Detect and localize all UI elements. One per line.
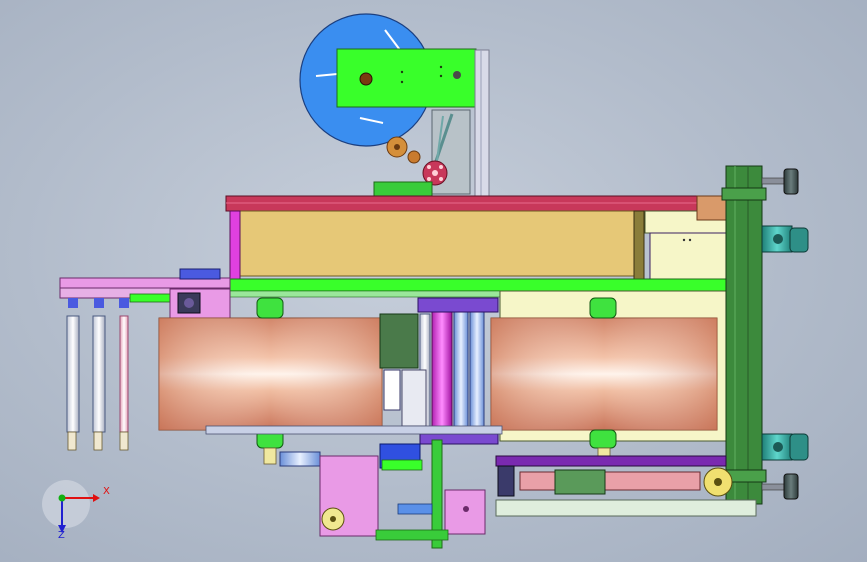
purple-base-bar	[495, 455, 727, 467]
vertical-post	[474, 49, 490, 199]
dark-green-block	[379, 313, 419, 369]
adjust-knob-bottom	[761, 473, 799, 500]
central-magenta-roller	[431, 309, 453, 437]
green-middle-rail	[225, 278, 729, 292]
plate-hole	[400, 80, 404, 84]
axis-triad	[42, 480, 100, 533]
y-axis-dot	[58, 494, 66, 502]
cad-viewport[interactable]: X Z	[0, 0, 867, 562]
pink-bracket-bottom	[444, 489, 486, 535]
copper-drum-right[interactable]	[490, 317, 718, 431]
left-roller-3	[119, 298, 129, 451]
magenta-side-bar	[229, 210, 241, 282]
reel-assembly[interactable]	[299, 13, 490, 199]
plate-hub	[359, 72, 373, 86]
left-roller-2	[92, 298, 106, 451]
roller-brown-small	[407, 150, 421, 164]
white-base-plate	[495, 499, 757, 517]
teal-motor-top	[761, 225, 809, 253]
central-roller-stack[interactable]	[379, 297, 499, 445]
blue-tab	[179, 268, 221, 280]
blue-shaft	[279, 451, 321, 467]
right-actuators[interactable]	[761, 168, 809, 500]
axis-z-label: Z	[58, 530, 65, 541]
lower-frame-bar	[205, 425, 503, 435]
teal-motor-bottom	[761, 433, 809, 461]
left-roller-1	[66, 298, 80, 451]
plate-bolt	[453, 71, 461, 79]
yellow-panel	[239, 210, 639, 277]
plate-hole	[439, 65, 443, 69]
pink-cylinder	[519, 471, 701, 491]
dark-green-column	[725, 165, 763, 505]
plate-hole	[439, 74, 443, 78]
plate-hole	[400, 70, 404, 74]
green-cylinder	[554, 469, 606, 495]
cad-assembly-model[interactable]	[0, 0, 867, 562]
central-blue-roller-2	[469, 311, 485, 435]
copper-drum-left[interactable]	[158, 317, 383, 431]
central-blue-roller-1	[453, 311, 469, 435]
adjust-knob-top	[761, 168, 799, 195]
axis-x-label: X	[103, 486, 110, 497]
panel-right-bar	[633, 210, 645, 282]
